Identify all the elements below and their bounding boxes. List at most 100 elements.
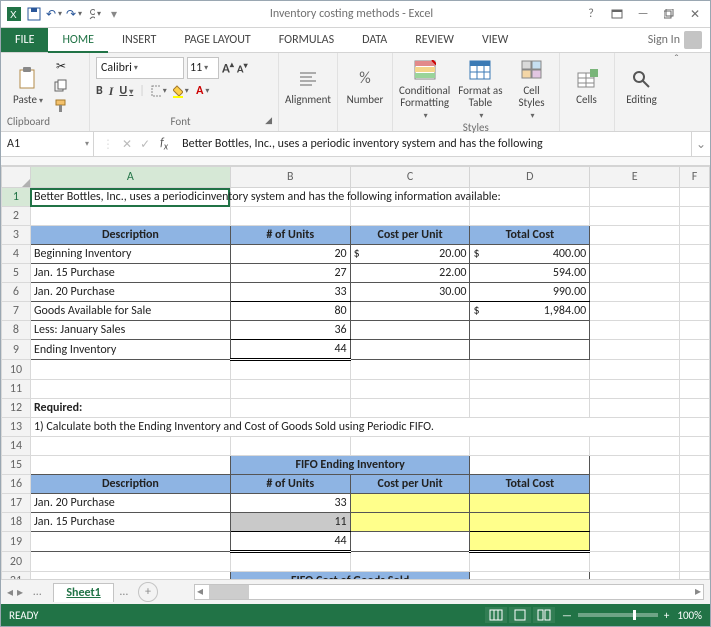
select-all[interactable] [2, 167, 31, 188]
svg-text:X: X [10, 10, 17, 21]
tab-data[interactable]: DATA [348, 28, 401, 52]
zoom-slider[interactable] [578, 613, 658, 617]
paste-button[interactable]: Paste [7, 66, 49, 106]
tab-home[interactable]: HOME [48, 28, 108, 53]
group-styles: ConditionalFormatting Format asTable Cel… [393, 53, 560, 131]
undo-icon[interactable]: ↶ [47, 7, 61, 21]
status-bar: READY — + 100% [1, 604, 710, 626]
format-painter-icon[interactable] [53, 98, 69, 114]
cell-A1[interactable]: Better Bottles, Inc., uses a periodicinv… [30, 188, 230, 207]
collapse-ribbon-icon[interactable]: ˆ [669, 53, 685, 131]
find-icon [629, 66, 655, 92]
sign-in[interactable]: Sign In [640, 28, 710, 52]
col-F[interactable]: F [680, 167, 710, 188]
col-B[interactable]: B [230, 167, 350, 188]
cut-icon[interactable]: ✂ [53, 58, 69, 74]
italic-icon[interactable]: I [109, 84, 114, 99]
zoom-in-icon[interactable]: + [664, 609, 669, 622]
col-C[interactable]: C [350, 167, 470, 188]
font-size[interactable]: 11 [187, 57, 219, 79]
editing-button[interactable]: Editing [621, 66, 663, 106]
title-bar: X ↶ ↷ ▾ Inventory costing methods - Exce… [1, 1, 710, 28]
zoom-level[interactable]: 100% [677, 609, 702, 622]
cells-button[interactable]: Cells [566, 66, 608, 106]
copy-icon[interactable] [53, 78, 69, 94]
col-A[interactable]: A [30, 167, 230, 188]
col-D[interactable]: D [470, 167, 590, 188]
group-alignment: Alignment [279, 53, 338, 131]
tab-review[interactable]: REVIEW [401, 28, 468, 52]
grid[interactable]: A B C D E F 1Better Bottles, Inc., uses … [1, 166, 710, 579]
conditional-formatting-button[interactable]: ConditionalFormatting [399, 57, 450, 121]
enter-formula-icon[interactable]: ✓ [140, 137, 150, 152]
borders-icon[interactable] [151, 83, 167, 99]
sheet-tab[interactable]: Sheet1 [53, 583, 113, 602]
sheet-nav-first-icon[interactable]: ◂ [7, 585, 13, 600]
ribbon-display-icon[interactable] [608, 5, 626, 23]
clipboard-label: Clipboard [7, 115, 83, 129]
cancel-formula-icon[interactable]: ✕ [122, 137, 132, 152]
restore-icon[interactable] [660, 5, 678, 23]
bold-icon[interactable]: B [96, 84, 103, 98]
normal-view-icon[interactable] [485, 607, 507, 623]
group-editing: Editing [615, 53, 669, 131]
column-headers: A B C D E F [2, 167, 710, 188]
format-as-table-button[interactable]: Format asTable [458, 57, 502, 121]
tab-formulas[interactable]: FORMULAS [265, 28, 348, 52]
sheet-grid: A B C D E F 1Better Bottles, Inc., uses … [1, 166, 710, 579]
tab-view[interactable]: VIEW [468, 28, 522, 52]
fill-color-icon[interactable] [173, 83, 189, 99]
quick-access-toolbar: X ↶ ↷ ▾ [1, 7, 127, 21]
cell-styles-icon [519, 57, 545, 83]
zoom-out-icon[interactable]: — [562, 609, 572, 622]
avatar-icon [684, 31, 702, 49]
paste-icon [15, 66, 41, 92]
group-font: Calibri 11 A▴ A▾ B I U | A Font◢ [90, 53, 279, 131]
alignment-icon [295, 66, 321, 92]
excel-window: X ↶ ↷ ▾ Inventory costing methods - Exce… [0, 0, 711, 627]
minimize-icon[interactable]: — [634, 5, 652, 23]
alignment-button[interactable]: Alignment [285, 66, 331, 106]
formula-input[interactable]: Better Bottles, Inc., uses a periodic in… [178, 132, 691, 156]
insert-cells-icon [574, 66, 600, 92]
window-title: Inventory costing methods - Excel [127, 7, 576, 21]
page-break-view-icon[interactable] [533, 607, 555, 623]
sign-in-label: Sign In [648, 33, 680, 47]
conditional-formatting-icon [412, 57, 438, 83]
help-icon[interactable]: ? [582, 5, 600, 23]
close-icon[interactable]: ✕ [686, 5, 704, 23]
cell-styles-button[interactable]: CellStyles [511, 57, 553, 121]
qat-customize-icon[interactable]: ▾ [107, 7, 121, 21]
redo-icon[interactable]: ↷ [67, 7, 81, 21]
format-as-table-icon [467, 57, 493, 83]
tab-file[interactable]: FILE [1, 28, 48, 52]
increase-font-icon[interactable]: A▴ [222, 60, 234, 76]
fx-icon[interactable]: fx [158, 136, 170, 152]
underline-icon[interactable]: U [119, 84, 133, 98]
formula-buttons: ⋮ ✕ ✓ fx [94, 132, 178, 156]
percent-icon: % [352, 66, 378, 92]
ribbon: Paste ✂ Clipboard Calibri 11 A▴ A▾ [1, 53, 710, 132]
status-ready: READY [9, 609, 39, 622]
font-color-icon[interactable]: A [195, 83, 211, 99]
col-E[interactable]: E [590, 167, 680, 188]
font-name[interactable]: Calibri [96, 57, 184, 79]
worksheet: A B C D E F 1Better Bottles, Inc., uses … [1, 166, 710, 604]
save-icon[interactable] [27, 7, 41, 21]
tab-insert[interactable]: INSERT [108, 28, 170, 52]
page-layout-view-icon[interactable] [509, 607, 531, 623]
tab-page-layout[interactable]: PAGE LAYOUT [170, 28, 264, 52]
group-clipboard: Paste ✂ Clipboard [1, 53, 90, 131]
sheet-nav-last-icon[interactable]: ▸ [17, 585, 23, 600]
number-button[interactable]: % Number [344, 66, 386, 106]
horizontal-scrollbar[interactable]: ◂ ▸ [194, 584, 704, 600]
group-number: % Number [338, 53, 393, 131]
expand-formula-icon[interactable]: ⌄ [691, 132, 710, 156]
new-sheet-icon[interactable]: + [138, 582, 158, 602]
touch-mode-icon[interactable] [87, 7, 101, 21]
sheet-list-icon[interactable]: … [27, 585, 47, 600]
formula-bar-row: A1 ⋮ ✕ ✓ fx Better Bottles, Inc., uses a… [1, 132, 710, 157]
decrease-font-icon[interactable]: A▾ [237, 61, 248, 76]
name-box[interactable]: A1 [1, 132, 94, 156]
group-cells: Cells [560, 53, 615, 131]
